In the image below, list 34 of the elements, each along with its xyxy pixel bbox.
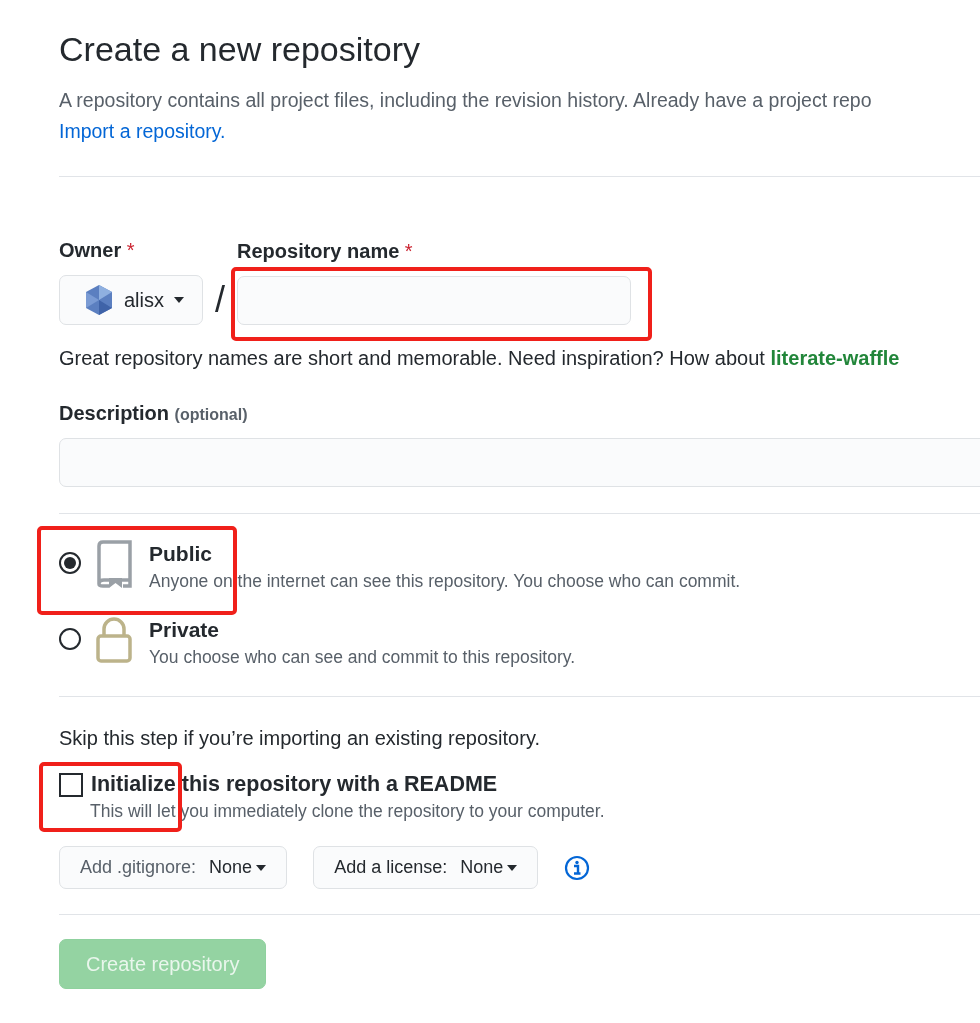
repo-name-field[interactable] xyxy=(237,276,632,325)
owner-dropdown[interactable]: alisx xyxy=(59,275,203,325)
hint-text: Great repository names are short and memorable. Need inspiration? How about xyxy=(59,347,765,369)
book-icon xyxy=(95,540,133,588)
radio-button[interactable] xyxy=(59,628,81,650)
suggestion-link[interactable]: literate-waffle xyxy=(770,347,900,369)
caret-icon xyxy=(174,297,184,303)
radio-button[interactable] xyxy=(59,552,81,574)
caret-icon xyxy=(507,864,518,871)
owner-avatar-icon xyxy=(84,284,114,316)
description-label: Description xyxy=(59,402,170,424)
info-icon[interactable] xyxy=(564,854,591,881)
option-title: Public xyxy=(149,541,213,567)
option-description: You choose who can see and commit to this repository. xyxy=(149,646,576,669)
lock-icon xyxy=(95,616,133,664)
option-title: Private xyxy=(149,617,221,643)
readme-checkbox[interactable] xyxy=(59,772,83,797)
repo-name-label: Repository name xyxy=(237,240,400,262)
select-dropdown[interactable]: Add .gitignore: None xyxy=(59,846,288,889)
slash-separator: / xyxy=(214,278,227,322)
skip-text: Skip this step if you’re importing an existing repository. xyxy=(59,727,541,750)
owner-label: Owner xyxy=(59,239,122,261)
page-title: Create a new repository xyxy=(59,29,421,70)
select-dropdown[interactable]: Add a license: None xyxy=(313,846,539,889)
import-link[interactable]: Import a repository. xyxy=(59,114,226,148)
required-mark: * xyxy=(404,240,413,262)
optional-note: (optional) xyxy=(174,406,248,423)
readme-description: This will let you immediately clone the repository to your computer. xyxy=(90,801,606,822)
option-description: Anyone on the internet can see this repository. You choose who can commit. xyxy=(149,570,741,593)
caret-icon xyxy=(256,864,267,871)
intro-text: A repository contains all project files, including the revision history. Already have a project repo xyxy=(59,88,873,113)
required-mark: * xyxy=(126,239,135,261)
readme-label: Initialize this repository with a README xyxy=(91,772,498,797)
description-field[interactable] xyxy=(59,438,980,487)
